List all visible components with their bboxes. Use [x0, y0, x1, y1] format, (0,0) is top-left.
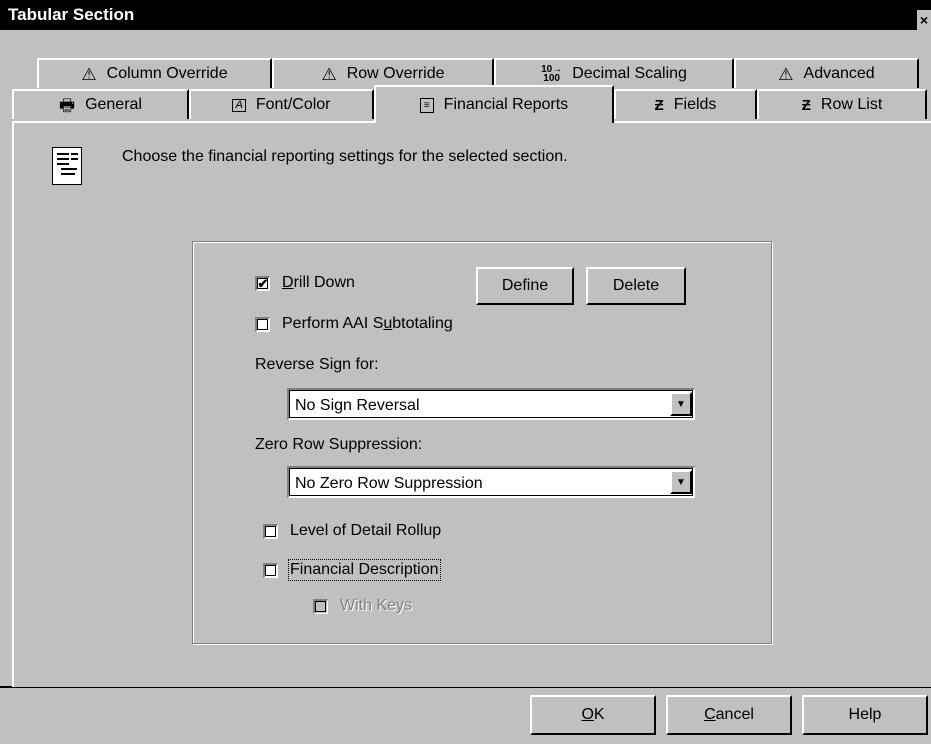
zero-row-select[interactable]: No Zero Row Suppression ▼ — [287, 466, 695, 498]
with-keys-label: With Keys — [340, 597, 413, 614]
tab-label: Advanced — [803, 65, 875, 82]
with-keys-checkbox[interactable] — [313, 598, 328, 614]
aai-subtotaling-checkbox[interactable] — [255, 316, 270, 332]
ok-mnemonic: O — [581, 706, 594, 723]
close-icon[interactable]: × — [917, 10, 931, 30]
chevron-down-icon[interactable]: ▼ — [670, 470, 692, 494]
tab-label: Row List — [820, 96, 883, 113]
financial-description-label: Financial Description — [288, 559, 441, 581]
tab-label: Financial Reports — [443, 96, 569, 113]
aai-label-pre: Perform AAI S — [282, 315, 384, 332]
aai-mnemonic: u — [383, 315, 393, 332]
title-bar: Tabular Section × — [0, 0, 931, 30]
decimal-scaling-icon: 10→ 100 — [541, 64, 563, 84]
warning-icon: ⚠ — [321, 64, 337, 84]
financial-description-checkbox[interactable] — [263, 562, 278, 578]
drill-down-checkbox-row[interactable]: ✔ Drill Down — [255, 274, 355, 292]
tab-label: Fields — [673, 96, 717, 113]
warning-icon: ⚠ — [81, 64, 97, 84]
level-of-detail-checkbox-row[interactable]: Level of Detail Rollup — [263, 522, 441, 540]
aai-subtotaling-label: Perform AAI Subtotaling — [282, 315, 453, 333]
font-icon: A — [232, 98, 246, 112]
row-list-icon: Ƶ — [801, 96, 811, 114]
window-title: Tabular Section — [8, 5, 135, 24]
tab-label: Row Override — [346, 65, 445, 82]
tab-font-color[interactable]: A Font/Color — [189, 89, 374, 119]
tab-label: Column Override — [106, 65, 228, 82]
cancel-mnemonic: C — [704, 706, 716, 723]
tab-row-override[interactable]: ⚠ Row Override — [272, 58, 494, 88]
instruction-text: Choose the financial reporting settings … — [122, 148, 568, 165]
fields-icon: Ƶ — [654, 96, 664, 114]
drill-down-label-rest: rill Down — [293, 274, 355, 291]
level-of-detail-checkbox[interactable] — [263, 523, 278, 539]
tab-general[interactable]: 🖶 General — [12, 89, 189, 119]
reverse-sign-select[interactable]: No Sign Reversal ▼ — [287, 388, 695, 420]
tab-advanced[interactable]: ⚠ Advanced — [734, 58, 919, 88]
drill-down-checkbox[interactable]: ✔ — [255, 275, 270, 291]
tab-row-list[interactable]: Ƶ Row List — [757, 89, 927, 119]
level-of-detail-label: Level of Detail Rollup — [290, 522, 442, 539]
ok-label-rest: K — [593, 706, 605, 723]
financial-report-icon — [52, 147, 82, 185]
drill-down-mnemonic: D — [282, 274, 294, 291]
tab-column-override[interactable]: ⚠ Column Override — [37, 58, 272, 88]
aai-subtotaling-checkbox-row[interactable]: Perform AAI Subtotaling — [255, 315, 453, 333]
zero-row-label: Zero Row Suppression: — [255, 436, 423, 453]
delete-button[interactable]: Delete — [586, 267, 686, 305]
financial-description-checkbox-row[interactable]: Financial Description — [263, 559, 441, 581]
with-keys-checkbox-row[interactable]: With Keys — [313, 597, 412, 615]
tab-fields[interactable]: Ƶ Fields — [614, 89, 757, 119]
tab-label: General — [85, 96, 142, 113]
warning-icon: ⚠ — [778, 64, 794, 84]
help-button[interactable]: Help — [802, 695, 928, 735]
aai-label-post: btotaling — [392, 315, 453, 332]
tab-decimal-scaling[interactable]: 10→ 100 Decimal Scaling — [494, 58, 734, 88]
cancel-button[interactable]: Cancel — [666, 695, 792, 735]
chevron-down-icon[interactable]: ▼ — [670, 392, 692, 416]
report-icon: ≡ — [419, 97, 434, 113]
printer-icon: 🖶 — [59, 95, 76, 115]
drill-down-label: Drill Down — [282, 274, 355, 292]
reverse-sign-label: Reverse Sign for: — [255, 356, 379, 373]
cancel-label-rest: ancel — [715, 706, 754, 723]
zero-row-value: No Zero Row Suppression — [295, 475, 483, 492]
reverse-sign-value: No Sign Reversal — [295, 397, 420, 414]
tab-label: Font/Color — [255, 96, 331, 113]
ok-button[interactable]: OK — [530, 695, 656, 735]
tab-financial-reports[interactable]: ≡ Financial Reports — [374, 85, 614, 123]
tab-label: Decimal Scaling — [572, 65, 687, 82]
define-button[interactable]: Define — [476, 267, 574, 305]
